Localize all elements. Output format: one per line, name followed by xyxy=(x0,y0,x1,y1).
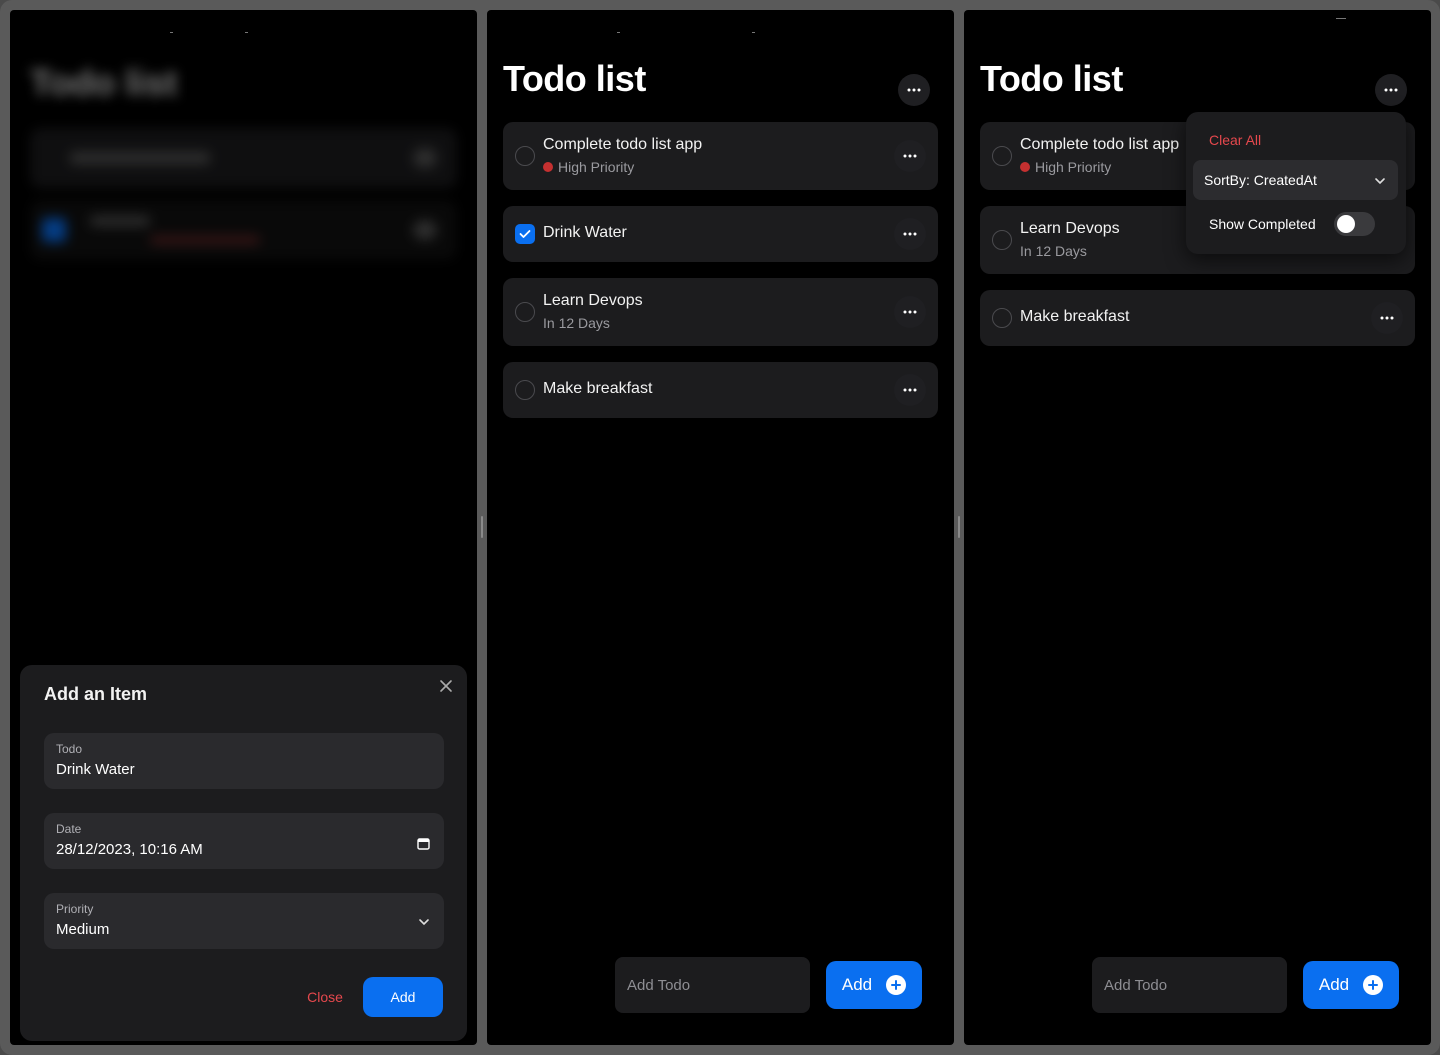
calendar-icon[interactable] xyxy=(417,837,430,855)
todo-priority: High Priority xyxy=(1020,159,1111,175)
todo-checkbox[interactable] xyxy=(992,230,1012,250)
todo-title: Learn Devops xyxy=(1020,220,1120,237)
sort-by-select[interactable]: SortBy: CreatedAt xyxy=(1193,160,1398,200)
priority-dot-icon xyxy=(1020,162,1030,172)
plus-icon xyxy=(1363,975,1384,995)
add-todo-button[interactable]: Add xyxy=(1303,961,1399,1009)
page-title: Todo list xyxy=(980,58,1123,99)
show-completed-toggle[interactable] xyxy=(1334,212,1375,236)
todo-more-button[interactable] xyxy=(894,296,926,328)
list-item xyxy=(30,128,457,188)
todo-title: Drink Water xyxy=(543,224,627,241)
pane-resize-handle[interactable] xyxy=(958,516,960,538)
close-icon[interactable] xyxy=(439,679,453,693)
todo-subtitle: In 12 Days xyxy=(1020,243,1087,259)
todo-item[interactable]: Make breakfast xyxy=(980,290,1415,346)
status-mark xyxy=(1336,18,1346,19)
page-title: Todo list xyxy=(30,62,178,103)
add-button-label: Add xyxy=(1318,975,1350,994)
more-options-button[interactable] xyxy=(898,74,930,106)
toggle-knob xyxy=(1337,215,1355,233)
status-mark xyxy=(617,32,620,33)
todo-checkbox[interactable] xyxy=(515,146,535,166)
todo-item[interactable]: Drink Water xyxy=(503,206,938,262)
add-todo-button[interactable]: Add xyxy=(826,961,922,1009)
pane-resize-handle[interactable] xyxy=(481,516,483,538)
show-completed-label: Show Completed xyxy=(1209,216,1316,232)
todo-title: Complete todo list app xyxy=(1020,136,1180,153)
todo-field-label: Todo xyxy=(56,742,83,756)
priority-select[interactable]: Priority Medium xyxy=(44,893,444,949)
status-mark xyxy=(752,32,755,33)
add-button-label: Add xyxy=(841,975,873,994)
panel-add-item: Todo list Add an Item Todo Drink Water D… xyxy=(10,10,477,1045)
add-todo-input[interactable]: Add Todo xyxy=(615,957,810,1013)
todo-more-button[interactable] xyxy=(1371,302,1403,334)
todo-subtitle: High Priority xyxy=(1035,159,1112,175)
todo-more-button[interactable] xyxy=(894,218,926,250)
more-options-button[interactable] xyxy=(1375,74,1407,106)
todo-item[interactable]: Learn Devops In 12 Days xyxy=(503,278,938,346)
todo-title: Make breakfast xyxy=(1020,308,1130,325)
priority-select-value[interactable]: Medium xyxy=(56,921,109,938)
close-button[interactable]: Close xyxy=(290,977,360,1017)
todo-title: Complete todo list app xyxy=(543,136,703,153)
add-todo-input[interactable]: Add Todo xyxy=(1092,957,1287,1013)
sort-by-value: SortBy: CreatedAt xyxy=(1204,172,1317,188)
priority-dot-icon xyxy=(543,162,553,172)
modal-title: Add an Item xyxy=(44,684,148,704)
todo-checkbox[interactable] xyxy=(992,308,1012,328)
panel-todo-list-menu: Todo list Complete todo list app High Pr… xyxy=(964,10,1431,1045)
add-item-modal: Add an Item Todo Drink Water Date 28/12/… xyxy=(20,665,467,1041)
todo-more-button[interactable] xyxy=(894,140,926,172)
todo-subtitle: High Priority xyxy=(558,159,635,175)
todo-title: Learn Devops xyxy=(543,292,643,309)
status-mark xyxy=(245,32,248,33)
todo-subtitle: In 12 Days xyxy=(543,315,610,331)
panel-todo-list: Todo list Complete todo list app High Pr… xyxy=(487,10,954,1045)
add-item-button[interactable]: Add xyxy=(363,977,443,1017)
plus-icon xyxy=(886,975,907,995)
priority-select-label: Priority xyxy=(56,902,94,916)
todo-checkbox[interactable] xyxy=(515,380,535,400)
todo-title: Make breakfast xyxy=(543,380,653,397)
chevron-down-icon xyxy=(418,915,430,933)
todo-item[interactable]: Complete todo list app High Priority xyxy=(503,122,938,190)
todo-more-button[interactable] xyxy=(894,374,926,406)
chevron-down-icon xyxy=(1374,174,1386,192)
todo-checkbox-checked[interactable] xyxy=(515,224,535,244)
todo-checkbox[interactable] xyxy=(992,146,1012,166)
status-mark xyxy=(170,32,173,33)
clear-all-button[interactable]: Clear All xyxy=(1209,132,1261,148)
todo-field[interactable]: Todo Drink Water xyxy=(44,733,444,789)
page-title: Todo list xyxy=(503,58,646,99)
check-icon xyxy=(519,230,531,238)
todo-checkbox[interactable] xyxy=(515,302,535,322)
options-menu: Clear All SortBy: CreatedAt Show Complet… xyxy=(1186,112,1406,254)
todo-priority: High Priority xyxy=(543,159,634,175)
date-field-label: Date xyxy=(56,822,82,836)
date-field-value[interactable]: 28/12/2023, 10:16 AM xyxy=(56,841,203,858)
date-field[interactable]: Date 28/12/2023, 10:16 AM xyxy=(44,813,444,869)
todo-field-value[interactable]: Drink Water xyxy=(56,761,135,778)
todo-item[interactable]: Make breakfast xyxy=(503,362,938,418)
list-item xyxy=(30,200,457,260)
